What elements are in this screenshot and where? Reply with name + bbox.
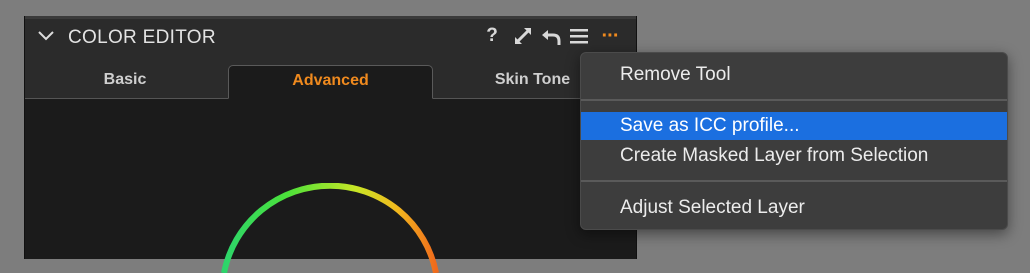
color-wheel[interactable]	[210, 183, 450, 273]
tab-basic[interactable]: Basic	[80, 65, 170, 97]
more-icon[interactable]: ···	[599, 25, 621, 47]
menu-item-remove-tool[interactable]: Remove Tool	[581, 61, 1007, 89]
question-icon[interactable]: ?	[484, 25, 500, 47]
menu-item-adjust-selected-layer[interactable]: Adjust Selected Layer	[581, 194, 1007, 222]
chevron-down-icon[interactable]	[37, 29, 55, 43]
panel-title: COLOR EDITOR	[68, 27, 216, 48]
context-menu: Remove Tool Save as ICC profile... Creat…	[580, 52, 1008, 230]
menu-separator	[581, 180, 1007, 182]
tab-skin-tone[interactable]: Skin Tone	[475, 65, 590, 97]
expand-icon[interactable]	[512, 25, 534, 47]
color-editor-content	[25, 99, 636, 273]
color-editor-panel: COLOR EDITOR ? ··· Basic Advanced Skin T…	[24, 16, 637, 273]
tab-advanced[interactable]: Advanced	[228, 65, 433, 99]
panel-header: COLOR EDITOR ? ···	[25, 19, 636, 55]
menu-item-create-masked-layer[interactable]: Create Masked Layer from Selection	[581, 142, 1007, 170]
menu-item-save-icc-profile[interactable]: Save as ICC profile...	[581, 112, 1007, 140]
list-icon[interactable]	[569, 25, 589, 47]
menu-separator	[581, 99, 1007, 101]
tab-bar: Basic Advanced Skin Tone	[25, 55, 636, 99]
reset-icon[interactable]	[540, 25, 562, 47]
